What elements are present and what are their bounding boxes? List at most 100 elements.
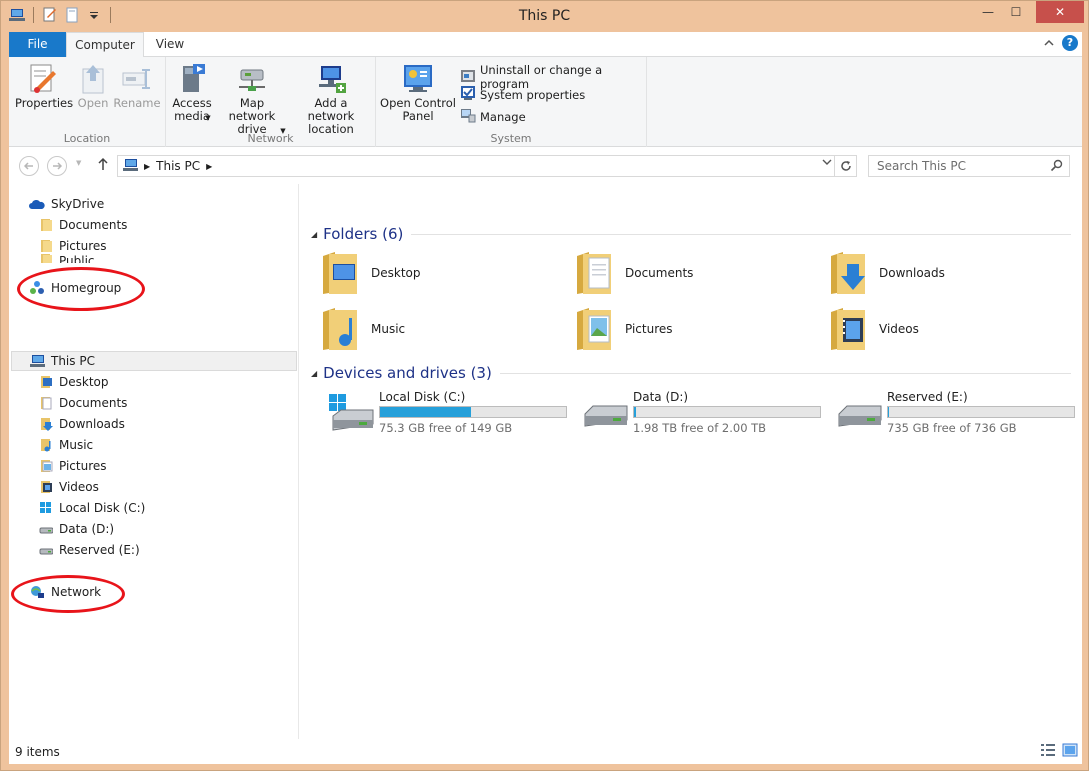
folder-tile-downloads[interactable]: Downloads	[829, 248, 1079, 298]
help-icon[interactable]: ?	[1062, 35, 1078, 51]
sidebar-item-skydrive-public[interactable]: Public	[39, 253, 95, 263]
divider	[499, 372, 1071, 374]
properties-label: Properties	[15, 96, 74, 110]
hard-drive-icon	[39, 548, 53, 555]
minimize-button[interactable]: —	[974, 1, 1002, 23]
sidebar-item-documents[interactable]: Documents	[39, 393, 127, 413]
search-icon[interactable]	[1050, 159, 1063, 175]
tab-computer[interactable]: Computer	[66, 32, 144, 58]
sidebar-item-videos[interactable]: Videos	[39, 477, 99, 497]
up-button[interactable]	[97, 157, 109, 174]
forward-button[interactable]	[47, 156, 67, 176]
desktop-folder-icon	[41, 376, 52, 388]
breadcrumb-chevron-icon[interactable]: ▶	[206, 162, 212, 171]
sidebar-item-label: This PC	[51, 354, 95, 368]
access-media-button[interactable]: Access media ▼	[172, 61, 212, 125]
folder-tile-pictures[interactable]: Pictures	[575, 304, 825, 354]
address-bar[interactable]: ▶ This PC ▶	[117, 155, 857, 177]
network-drive-icon	[216, 61, 288, 97]
sidebar-item-desktop[interactable]: Desktop	[39, 372, 109, 392]
add-network-location-button[interactable]: Add a network location	[290, 61, 372, 136]
folder-icon	[41, 254, 52, 263]
maximize-button[interactable]: ☐	[1002, 1, 1030, 23]
manage-button[interactable]: Manage	[460, 107, 526, 126]
drive-free-space: 735 GB free of 736 GB	[887, 421, 1017, 435]
drive-tile-reserved-e[interactable]: Reserved (E:) 735 GB free of 736 GB	[837, 390, 1087, 436]
sidebar-item-music[interactable]: Music	[39, 435, 93, 455]
open-button[interactable]: Open	[73, 61, 113, 110]
refresh-button[interactable]	[834, 156, 856, 176]
homegroup-icon	[30, 281, 44, 294]
sidebar-item-label: Local Disk (C:)	[59, 501, 146, 515]
drives-heading: Devices and drives (3)	[323, 364, 492, 382]
collapse-ribbon-icon[interactable]	[1044, 36, 1054, 50]
add-network-location-label: Add a network location	[307, 96, 355, 136]
folder-tile-videos[interactable]: Videos	[829, 304, 1079, 354]
sidebar-item-pictures[interactable]: Pictures	[39, 456, 107, 476]
details-view-icon[interactable]	[1040, 743, 1056, 760]
sidebar-item-skydrive-documents[interactable]: Documents	[39, 215, 127, 235]
search-input[interactable]	[869, 156, 1039, 176]
folder-label: Documents	[625, 266, 694, 280]
folders-section-header[interactable]: ◢ Folders (6)	[311, 224, 1071, 244]
rename-icon	[113, 61, 161, 97]
content-pane: ◢ Folders (6) Desktop Documents Download…	[301, 184, 1082, 739]
properties-button[interactable]: Properties	[15, 61, 74, 110]
downloads-folder-icon	[41, 418, 53, 431]
sidebar-item-label: Public	[59, 254, 95, 263]
map-network-drive-button[interactable]: Map network drive ▼	[216, 61, 288, 138]
drive-usage-bar	[379, 406, 567, 418]
drive-name: Local Disk (C:)	[379, 390, 466, 404]
sidebar-item-skydrive[interactable]: SkyDrive	[29, 194, 104, 214]
search-box[interactable]	[868, 155, 1070, 177]
title-bar[interactable]: This PC — ☐ ✕	[1, 1, 1088, 32]
group-label-location: Location	[63, 132, 111, 145]
drives-section-header[interactable]: ◢ Devices and drives (3)	[311, 363, 1071, 383]
network-icon	[31, 586, 44, 598]
open-control-panel-button[interactable]: Open Control Panel	[380, 61, 456, 123]
breadcrumb-chevron-icon[interactable]: ▶	[144, 162, 150, 171]
folder-tile-music[interactable]: Music	[321, 304, 571, 354]
collapse-arrow-icon[interactable]: ◢	[311, 369, 317, 378]
ribbon-group-location: Properties Open Rename Location	[9, 57, 166, 147]
group-label-system: System	[490, 132, 532, 145]
system-drive-icon	[40, 502, 51, 513]
close-button[interactable]: ✕	[1036, 1, 1084, 23]
open-label: Open	[77, 96, 109, 110]
collapse-arrow-icon[interactable]: ◢	[311, 230, 317, 239]
folder-label: Downloads	[879, 266, 945, 280]
view-switcher	[1040, 743, 1078, 760]
sidebar-item-label: Videos	[59, 480, 99, 494]
ribbon-group-network: Access media ▼ Map network drive ▼ Add a…	[166, 57, 376, 147]
sidebar-item-network[interactable]: Network	[29, 582, 101, 602]
sidebar-item-local-disk-c[interactable]: Local Disk (C:)	[39, 498, 145, 518]
sidebar-item-this-pc[interactable]: This PC	[11, 351, 297, 371]
folder-tile-desktop[interactable]: Desktop	[321, 248, 571, 298]
sidebar-item-label: Documents	[59, 218, 128, 232]
rename-button[interactable]: Rename	[113, 61, 161, 110]
ribbon-group-system: Open Control Panel Uninstall or change a…	[376, 57, 647, 147]
drive-tile-data-d[interactable]: Data (D:) 1.98 TB free of 2.00 TB	[583, 390, 833, 436]
system-properties-button[interactable]: System properties	[460, 85, 585, 104]
large-icons-view-icon[interactable]	[1062, 743, 1078, 760]
breadcrumb-item-this-pc[interactable]: This PC	[156, 159, 200, 173]
folder-tile-documents[interactable]: Documents	[575, 248, 825, 298]
back-button[interactable]	[19, 156, 39, 176]
sidebar-item-homegroup[interactable]: Homegroup	[29, 278, 121, 298]
hard-drive-icon	[583, 394, 629, 437]
documents-folder-icon	[577, 252, 611, 294]
sidebar-item-label: Homegroup	[51, 281, 122, 295]
drive-tile-local-disk-c[interactable]: Local Disk (C:) 75.3 GB free of 149 GB	[329, 390, 579, 436]
open-icon	[73, 61, 113, 97]
tab-file[interactable]: File	[9, 32, 66, 57]
sidebar-item-label: Documents	[59, 396, 128, 410]
videos-folder-icon	[41, 481, 52, 493]
tab-view[interactable]: View	[144, 32, 196, 57]
sidebar-item-data-d[interactable]: Data (D:)	[39, 519, 114, 539]
sidebar-item-reserved-e[interactable]: Reserved (E:)	[39, 540, 140, 560]
programs-icon	[460, 68, 476, 87]
address-history-dropdown-icon[interactable]	[822, 158, 832, 169]
sidebar-item-downloads[interactable]: Downloads	[39, 414, 125, 434]
recent-locations-dropdown-icon[interactable]: ▼	[76, 159, 81, 167]
folder-icon	[41, 240, 52, 252]
